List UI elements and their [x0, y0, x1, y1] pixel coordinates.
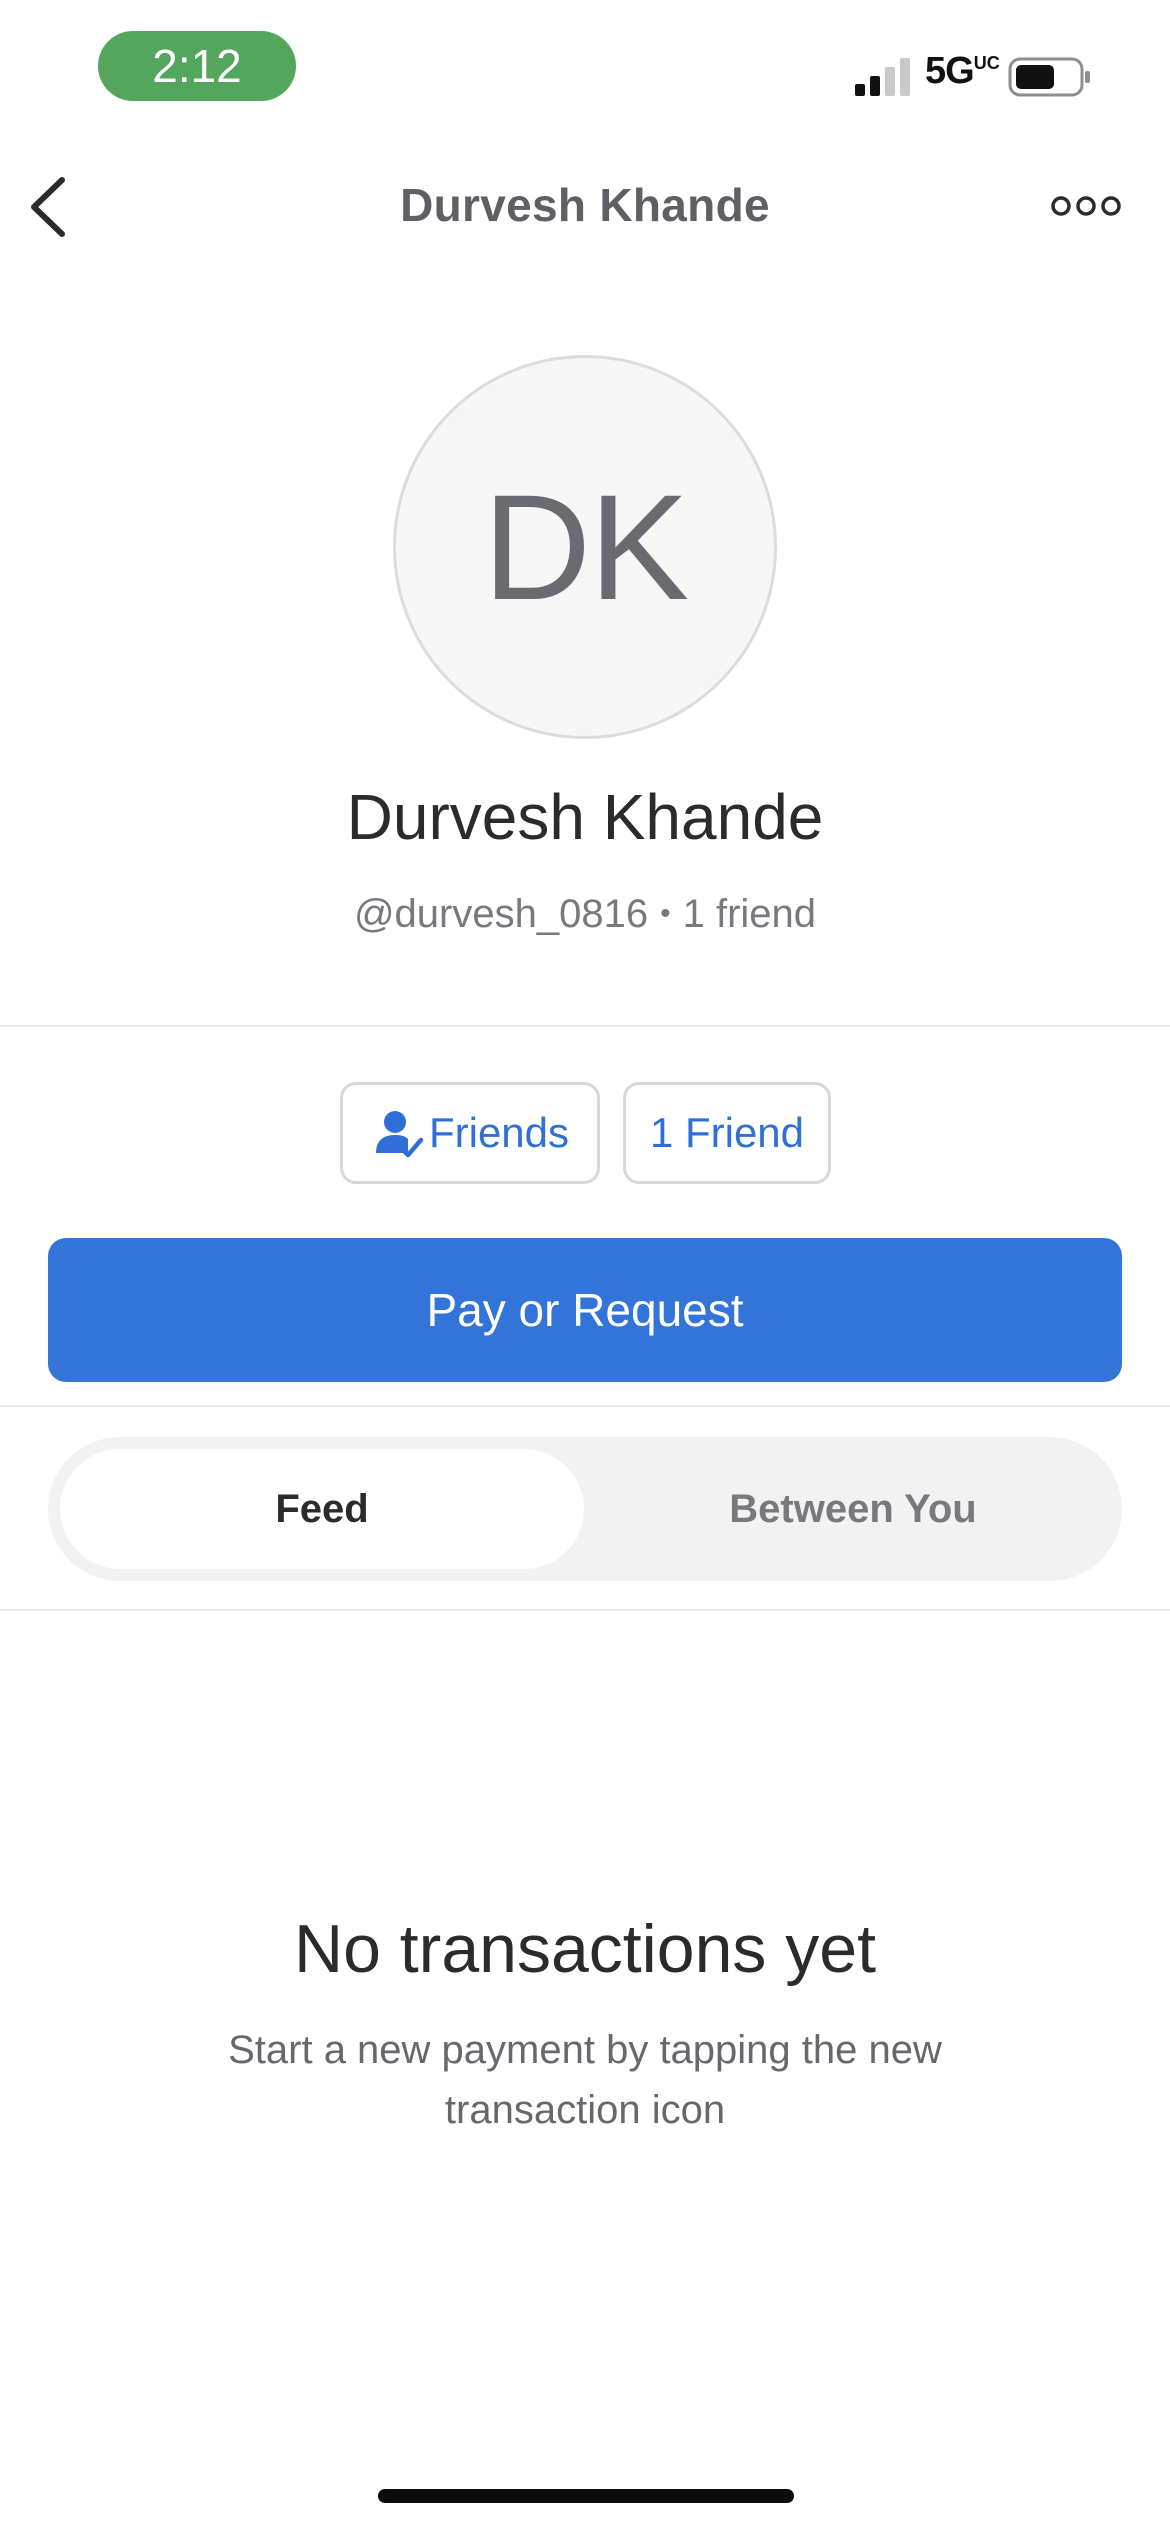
friends-button[interactable]: Friends — [340, 1082, 600, 1184]
divider — [0, 1609, 1170, 1611]
profile-username: @durvesh_0816 — [353, 892, 649, 936]
divider — [0, 1405, 1170, 1407]
feed-segmented-control: Feed Between You — [48, 1437, 1122, 1581]
separator-dot: • — [660, 897, 671, 930]
status-bar: 2:12 5GUC — [0, 0, 1170, 130]
network-suffix: UC — [973, 53, 1000, 73]
pay-or-request-label: Pay or Request — [426, 1284, 744, 1336]
profile-name: Durvesh Khande — [346, 781, 824, 853]
empty-state-title: No transactions yet — [293, 1911, 877, 1987]
user-check-icon — [375, 1111, 424, 1158]
signal-icon — [855, 58, 910, 96]
friends-button-label: Friends — [428, 1109, 570, 1156]
divider — [0, 1025, 1170, 1027]
profile-meta: @durvesh_0816 • 1 friend — [0, 892, 1170, 937]
pay-or-request-button[interactable]: Pay or Request — [48, 1238, 1122, 1382]
tab-feed[interactable]: Feed — [60, 1449, 584, 1569]
avatar: DK — [393, 355, 777, 739]
friend-count-label: 1 Friend — [649, 1109, 805, 1156]
more-horizontal-icon[interactable] — [1050, 188, 1122, 224]
network-label: 5G — [925, 50, 975, 92]
status-time: 2:12 — [98, 31, 296, 101]
nav-bar: Durvesh Khande — [0, 150, 1170, 265]
empty-state-subtitle: Start a new payment by tapping the new t… — [228, 2028, 942, 2132]
friend-count-button[interactable]: 1 Friend — [623, 1082, 831, 1184]
page-title: Durvesh Khande — [400, 179, 770, 231]
profile-friend-count[interactable]: 1 friend — [683, 892, 816, 936]
network-indicator: 5GUC — [925, 50, 1000, 100]
profile-screen: 2:12 5GUC Durvesh Khande DK Durvesh Khan… — [0, 0, 1170, 2532]
tab-between-you[interactable]: Between You — [596, 1449, 1110, 1569]
home-indicator — [378, 2489, 794, 2503]
battery-icon — [1008, 57, 1090, 97]
